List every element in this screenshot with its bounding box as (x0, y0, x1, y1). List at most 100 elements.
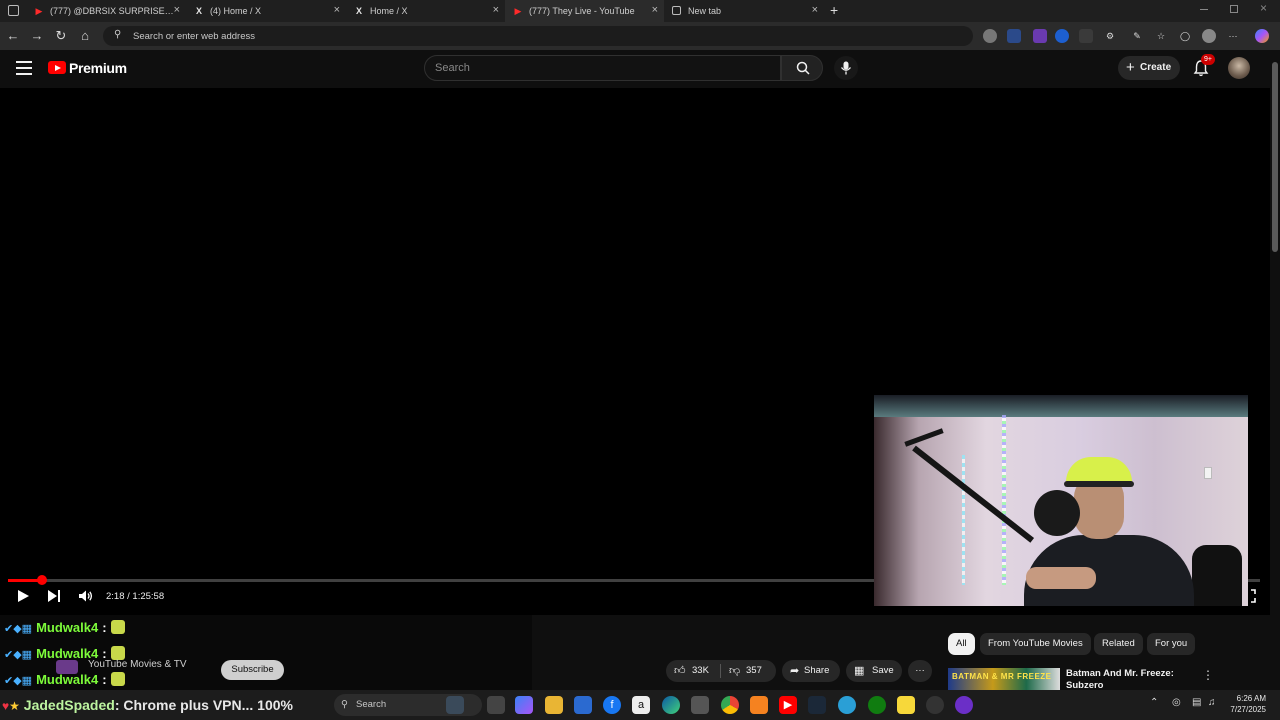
scrollbar-thumb[interactable] (1272, 62, 1278, 252)
chat-message: ✔◆▦ Mudwalk4: (4, 672, 125, 687)
play-icon[interactable] (16, 589, 30, 603)
close-icon[interactable]: × (174, 4, 180, 16)
taskbar-search-label: Search (356, 699, 387, 710)
obs-icon[interactable] (955, 696, 973, 714)
address-bar[interactable]: ⚲ Search or enter web address (103, 26, 973, 46)
recommendation-title[interactable]: Batman And Mr. Freeze: Subzero (1066, 668, 1196, 690)
thumbs-up-icon: 👍︎ (674, 665, 686, 677)
window-minimize-icon[interactable] (1200, 9, 1208, 10)
search-icon: ⚲ (341, 699, 348, 710)
tab-2[interactable]: X (4) Home / X × (186, 0, 346, 22)
chat-emote-icon (110, 620, 125, 634)
window-close-icon[interactable]: × (1260, 1, 1267, 15)
like-button[interactable]: 👍︎ 33K (666, 660, 720, 682)
extensions-puzzle-icon[interactable]: ⚙ (1103, 29, 1117, 43)
more-options-icon[interactable]: ··· (1226, 29, 1240, 43)
recommendation-thumbnail[interactable]: BATMAN & MR FREEZE (948, 668, 1060, 690)
task-view-icon[interactable] (487, 696, 505, 714)
sticky-notes-icon[interactable] (897, 696, 915, 714)
app-icon[interactable] (926, 696, 944, 714)
tray-network-icon[interactable]: ▤ (1192, 697, 1201, 708)
webcam-microphone (1034, 490, 1080, 536)
copilot-icon[interactable] (1255, 29, 1269, 43)
widgets-icon[interactable] (446, 696, 464, 714)
save-button[interactable]: ▦ Save (846, 660, 902, 682)
youtube-app-icon[interactable]: ▶ (779, 696, 797, 714)
tray-mic-icon[interactable]: ◎ (1172, 697, 1181, 708)
subscribe-button[interactable]: Subscribe (221, 660, 284, 680)
channel-avatar[interactable] (56, 660, 78, 674)
extension-icon[interactable] (983, 29, 997, 43)
profile-icon[interactable] (1202, 29, 1216, 43)
tab-1[interactable]: ▶ (777) @DBRSIX SURPRISES Mura × (26, 0, 186, 22)
chip-from-youtube-movies[interactable]: From YouTube Movies (980, 633, 1091, 655)
more-vertical-icon[interactable]: ⋮ (1202, 668, 1214, 682)
store-icon[interactable] (574, 696, 592, 714)
youtube-icon: ▶ (35, 6, 43, 16)
search-icon: ⚲ (114, 29, 122, 40)
close-icon[interactable]: × (334, 4, 340, 16)
shield-icon[interactable]: ◯ (1178, 29, 1192, 43)
extension-icon[interactable]: ✎ (1130, 29, 1144, 43)
clock-date: 7/27/2025 (1230, 705, 1266, 714)
new-tab-button[interactable]: + (830, 2, 838, 18)
channel-name[interactable]: YouTube Movies & TV (88, 659, 187, 670)
home-icon[interactable]: ⌂ (77, 28, 93, 44)
webcam-led-strip (1002, 415, 1006, 585)
back-icon[interactable]: ← (5, 28, 21, 44)
volume-icon[interactable] (78, 589, 94, 603)
app-icon[interactable] (838, 696, 856, 714)
chip-related[interactable]: Related (1094, 633, 1143, 655)
webcam-door-handle (1204, 467, 1212, 479)
hamburger-menu-icon[interactable] (16, 61, 32, 75)
youtube-logo-icon[interactable] (48, 61, 66, 74)
page-scrollbar[interactable] (1270, 50, 1280, 690)
chip-for-you[interactable]: For you (1147, 633, 1196, 655)
tray-chevron-icon[interactable]: ⌃ (1150, 697, 1158, 708)
tray-volume-icon[interactable]: ♫ (1208, 697, 1216, 708)
forward-icon[interactable]: → (29, 28, 45, 44)
vlc-icon[interactable] (750, 696, 768, 714)
more-actions-button[interactable]: ··· (908, 660, 932, 682)
window-maximize-icon[interactable] (1230, 5, 1238, 13)
edge-icon[interactable] (662, 696, 680, 714)
tab-5[interactable]: New tab × (664, 0, 824, 22)
calculator-icon[interactable] (691, 696, 709, 714)
facebook-icon[interactable]: f (603, 696, 621, 714)
voice-search-button[interactable] (834, 56, 858, 80)
extension-icon[interactable] (1007, 29, 1021, 43)
extension-icon[interactable] (1079, 29, 1093, 43)
copilot-icon[interactable] (515, 696, 533, 714)
dislike-button[interactable]: 👎︎ 357 (721, 660, 776, 682)
steam-icon[interactable] (808, 696, 826, 714)
xbox-icon[interactable] (868, 696, 886, 714)
favorites-star-icon[interactable]: ☆ (1154, 29, 1168, 43)
account-avatar[interactable] (1228, 57, 1250, 79)
taskbar-clock[interactable]: 6:26 AM 7/27/2025 (1228, 693, 1266, 715)
amazon-icon[interactable]: a (632, 696, 650, 714)
close-icon[interactable]: × (493, 4, 499, 16)
tab-4-active[interactable]: ▶ (777) They Live - YouTube × (505, 0, 664, 22)
clock-time: 6:26 AM (1236, 694, 1266, 703)
next-video-icon[interactable] (47, 589, 61, 603)
progress-scrubber[interactable] (36, 575, 47, 585)
webcam-cap-brim (1064, 481, 1134, 487)
chat-message: ✔◆▦ Mudwalk4: (4, 620, 125, 635)
reload-icon[interactable]: ↻ (53, 28, 69, 44)
webcam-mic-arm (904, 428, 944, 447)
file-explorer-icon[interactable] (545, 696, 563, 714)
new-tab-icon (672, 6, 681, 15)
search-button[interactable] (781, 55, 823, 81)
chip-all[interactable]: All (948, 633, 975, 655)
extension-icon[interactable] (1033, 29, 1047, 43)
close-icon[interactable]: × (812, 4, 818, 16)
share-button[interactable]: ➦ Share (782, 660, 840, 682)
tab-3[interactable]: X Home / X × (346, 0, 505, 22)
tab-actions-icon[interactable] (8, 5, 19, 16)
chrome-icon[interactable] (721, 696, 739, 714)
create-button[interactable]: + Create (1118, 56, 1180, 80)
youtube-brand[interactable]: Premium (69, 60, 127, 76)
close-icon[interactable]: × (652, 4, 658, 16)
search-input[interactable]: Search (424, 55, 781, 81)
extension-icon[interactable] (1055, 29, 1069, 43)
